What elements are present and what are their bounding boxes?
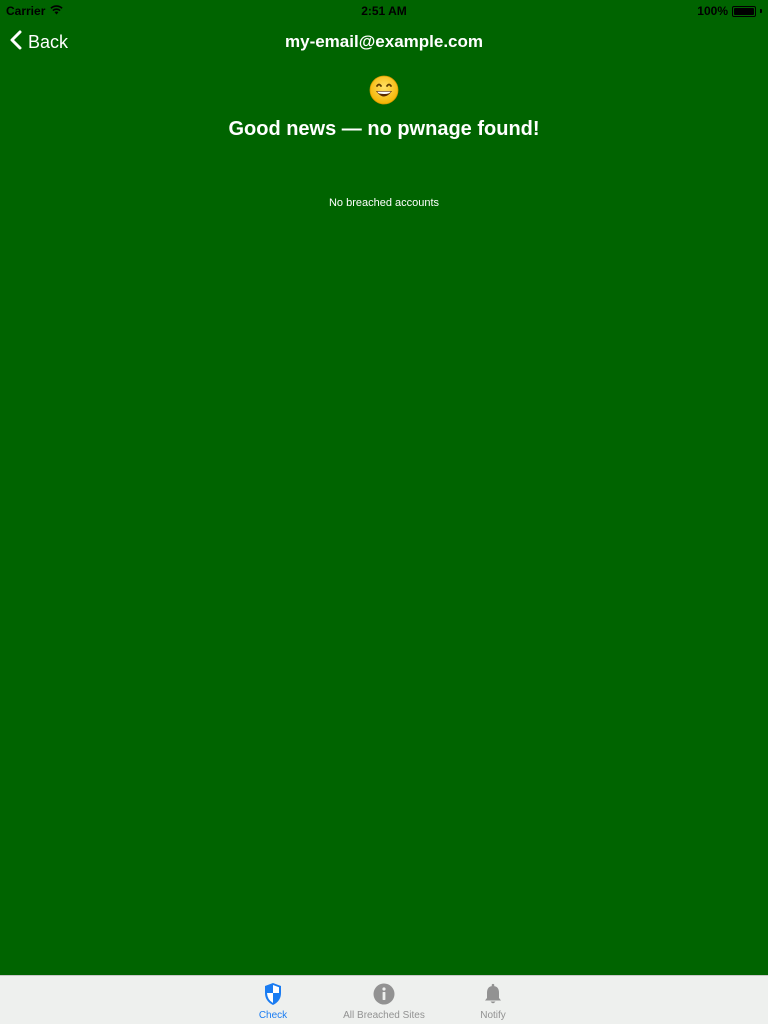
grinning-face-icon	[0, 75, 768, 105]
result-subtext: No breached accounts	[328, 197, 440, 209]
shield-icon	[263, 982, 283, 1006]
status-bar: Carrier 2:51 AM 100%	[0, 0, 768, 20]
nav-bar: Back my-email@example.com	[0, 20, 768, 64]
battery-tip	[760, 9, 762, 13]
tab-bar: Check All Breached Sites Notify	[0, 975, 768, 1024]
battery-fill	[734, 7, 754, 15]
clock: 2:51 AM	[361, 4, 407, 18]
tab-all-breached-sites[interactable]: All Breached Sites	[329, 976, 439, 1024]
tab-label: Check	[258, 1010, 288, 1021]
tab-label: Notify	[480, 1010, 506, 1021]
info-icon	[373, 982, 395, 1006]
battery-icon	[732, 5, 756, 17]
tab-label: All Breached Sites	[343, 1010, 425, 1021]
bell-icon	[483, 982, 503, 1006]
page-title: my-email@example.com	[285, 32, 483, 51]
tab-notify[interactable]: Notify	[438, 976, 548, 1024]
battery-percent: 100%	[697, 4, 728, 18]
tab-check[interactable]: Check	[218, 976, 328, 1024]
status-right: 100%	[697, 4, 762, 18]
screen: Carrier 2:51 AM 100% Back my-email@examp…	[0, 0, 768, 1024]
result-headline: Good news — no pwnage found!	[228, 118, 540, 140]
